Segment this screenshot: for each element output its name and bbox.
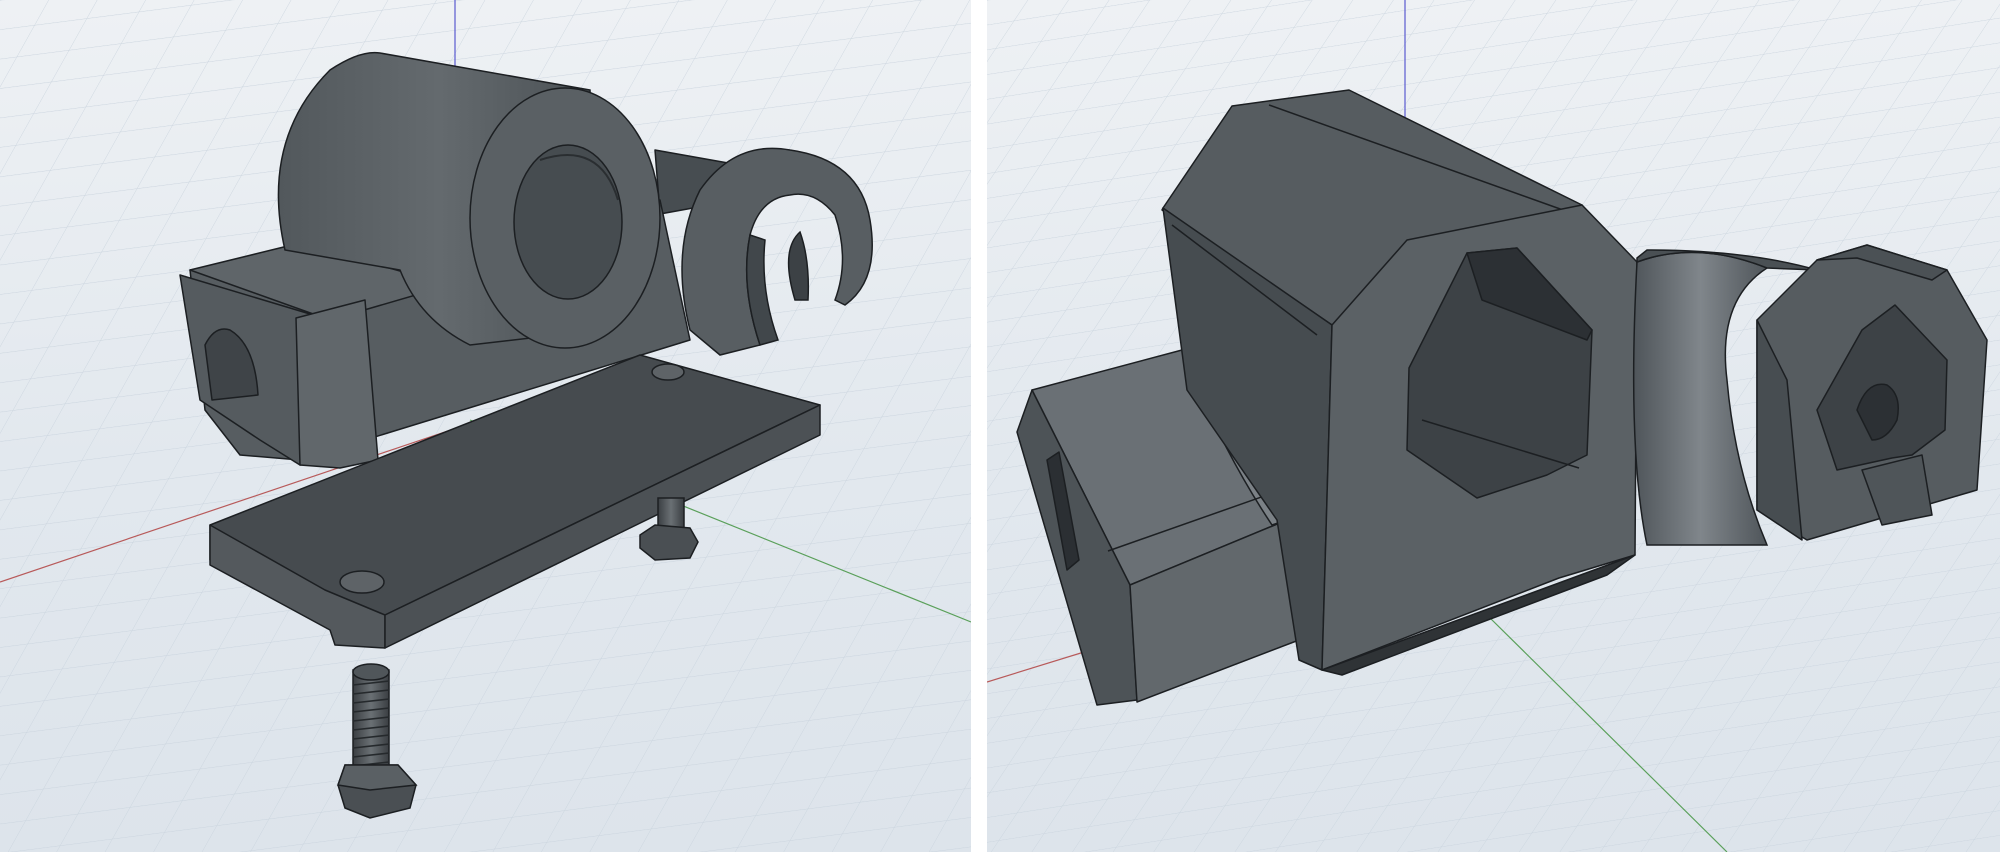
octagon-clip[interactable]: [1756, 244, 1988, 541]
left-viewport[interactable]: [0, 0, 971, 852]
left-3d-scene[interactable]: [0, 0, 971, 852]
plate-hole-back: [651, 363, 685, 381]
viewport-divider[interactable]: [971, 0, 987, 852]
right-viewport[interactable]: [987, 0, 2000, 852]
right-3d-scene[interactable]: [987, 0, 2000, 852]
cylinder-bore: [513, 144, 623, 300]
plate-hole-front: [339, 570, 385, 594]
